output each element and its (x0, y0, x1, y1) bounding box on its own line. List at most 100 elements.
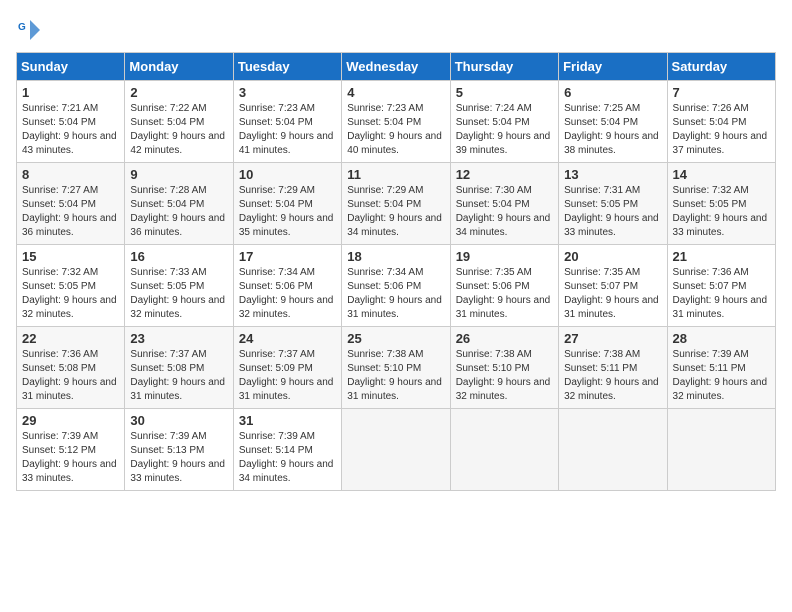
calendar-cell: 25 Sunrise: 7:38 AMSunset: 5:10 PMDayligh… (342, 327, 450, 409)
calendar-cell (667, 409, 775, 491)
day-info: Sunrise: 7:32 AMSunset: 5:05 PMDaylight:… (673, 184, 770, 240)
day-number: 30 (130, 413, 227, 428)
day-number: 7 (673, 85, 770, 100)
day-info: Sunrise: 7:23 AMSunset: 5:04 PMDaylight:… (347, 102, 444, 158)
calendar-cell: 27 Sunrise: 7:38 AMSunset: 5:11 PMDayligh… (559, 327, 667, 409)
day-header-saturday: Saturday (667, 53, 775, 81)
calendar-table: SundayMondayTuesdayWednesdayThursdayFrid… (16, 52, 776, 491)
day-header-tuesday: Tuesday (233, 53, 341, 81)
calendar-cell: 11 Sunrise: 7:29 AMSunset: 5:04 PMDayligh… (342, 163, 450, 245)
day-info: Sunrise: 7:25 AMSunset: 5:04 PMDaylight:… (564, 102, 661, 158)
calendar-cell: 19Sunrise: 7:35 AMSunset: 5:06 PMDayligh… (450, 245, 558, 327)
page-header: G (16, 16, 776, 44)
calendar-cell: 18 Sunrise: 7:34 AMSunset: 5:06 PMDayligh… (342, 245, 450, 327)
day-number: 18 (347, 249, 444, 264)
day-number: 1 (22, 85, 119, 100)
day-info: Sunrise: 7:36 AMSunset: 5:07 PMDaylight:… (673, 266, 770, 322)
day-number: 20 (564, 249, 661, 264)
calendar-cell: 24Sunrise: 7:37 AMSunset: 5:09 PMDayligh… (233, 327, 341, 409)
day-number: 17 (239, 249, 336, 264)
day-number: 9 (130, 167, 227, 182)
svg-text:G: G (18, 22, 26, 33)
day-info: Sunrise: 7:39 AMSunset: 5:13 PMDaylight:… (130, 430, 227, 486)
calendar-cell: 8 Sunrise: 7:27 AMSunset: 5:04 PMDaylight… (17, 163, 125, 245)
day-number: 27 (564, 331, 661, 346)
day-info: Sunrise: 7:23 AMSunset: 5:04 PMDaylight:… (239, 102, 336, 158)
day-number: 15 (22, 249, 119, 264)
calendar-cell: 26 Sunrise: 7:38 AMSunset: 5:10 PMDayligh… (450, 327, 558, 409)
day-info: Sunrise: 7:38 AMSunset: 5:10 PMDaylight:… (456, 348, 553, 404)
day-info: Sunrise: 7:27 AMSunset: 5:04 PMDaylight:… (22, 184, 119, 240)
calendar-cell: 3 Sunrise: 7:23 AMSunset: 5:04 PMDaylight… (233, 81, 341, 163)
day-number: 8 (22, 167, 119, 182)
calendar-cell: 12 Sunrise: 7:30 AMSunset: 5:04 PMDayligh… (450, 163, 558, 245)
calendar-cell (342, 409, 450, 491)
day-header-wednesday: Wednesday (342, 53, 450, 81)
day-info: Sunrise: 7:30 AMSunset: 5:04 PMDaylight:… (456, 184, 553, 240)
day-info: Sunrise: 7:35 AMSunset: 5:07 PMDaylight:… (564, 266, 661, 322)
day-number: 26 (456, 331, 553, 346)
calendar-cell: 9Sunrise: 7:28 AMSunset: 5:04 PMDaylight… (125, 163, 233, 245)
day-number: 22 (22, 331, 119, 346)
calendar-cell: 28 Sunrise: 7:39 AMSunset: 5:11 PMDayligh… (667, 327, 775, 409)
day-header-monday: Monday (125, 53, 233, 81)
calendar-cell: 16Sunrise: 7:33 AMSunset: 5:05 PMDayligh… (125, 245, 233, 327)
day-info: Sunrise: 7:22 AMSunset: 5:04 PMDaylight:… (130, 102, 227, 158)
day-number: 25 (347, 331, 444, 346)
day-number: 29 (22, 413, 119, 428)
calendar-cell: 22 Sunrise: 7:36 AMSunset: 5:08 PMDayligh… (17, 327, 125, 409)
day-info: Sunrise: 7:34 AMSunset: 5:06 PMDaylight:… (239, 266, 336, 322)
day-number: 14 (673, 167, 770, 182)
calendar-cell: 10 Sunrise: 7:29 AMSunset: 5:04 PMDayligh… (233, 163, 341, 245)
day-info: Sunrise: 7:37 AMSunset: 5:08 PMDaylight:… (130, 348, 227, 404)
day-number: 19 (456, 249, 553, 264)
day-info: Sunrise: 7:34 AMSunset: 5:06 PMDaylight:… (347, 266, 444, 322)
calendar-cell: 13 Sunrise: 7:31 AMSunset: 5:05 PMDayligh… (559, 163, 667, 245)
day-number: 16 (130, 249, 227, 264)
day-number: 23 (130, 331, 227, 346)
day-number: 3 (239, 85, 336, 100)
day-header-thursday: Thursday (450, 53, 558, 81)
calendar-cell: 1 Sunrise: 7:21 AMSunset: 5:04 PMDaylight… (17, 81, 125, 163)
calendar-cell: 20 Sunrise: 7:35 AMSunset: 5:07 PMDayligh… (559, 245, 667, 327)
day-info: Sunrise: 7:29 AMSunset: 5:04 PMDaylight:… (239, 184, 336, 240)
day-info: Sunrise: 7:38 AMSunset: 5:11 PMDaylight:… (564, 348, 661, 404)
calendar-cell: 30 Sunrise: 7:39 AMSunset: 5:13 PMDayligh… (125, 409, 233, 491)
day-number: 13 (564, 167, 661, 182)
day-info: Sunrise: 7:24 AMSunset: 5:04 PMDaylight:… (456, 102, 553, 158)
calendar-cell: 15 Sunrise: 7:32 AMSunset: 5:05 PMDayligh… (17, 245, 125, 327)
calendar-cell: 23 Sunrise: 7:37 AMSunset: 5:08 PMDayligh… (125, 327, 233, 409)
day-number: 2 (130, 85, 227, 100)
calendar-cell: 6 Sunrise: 7:25 AMSunset: 5:04 PMDaylight… (559, 81, 667, 163)
day-number: 12 (456, 167, 553, 182)
calendar-cell: 14 Sunrise: 7:32 AMSunset: 5:05 PMDayligh… (667, 163, 775, 245)
day-number: 28 (673, 331, 770, 346)
day-info: Sunrise: 7:36 AMSunset: 5:08 PMDaylight:… (22, 348, 119, 404)
calendar-cell (450, 409, 558, 491)
calendar-cell: 17 Sunrise: 7:34 AMSunset: 5:06 PMDayligh… (233, 245, 341, 327)
day-header-sunday: Sunday (17, 53, 125, 81)
calendar-cell: 29 Sunrise: 7:39 AMSunset: 5:12 PMDayligh… (17, 409, 125, 491)
day-number: 5 (456, 85, 553, 100)
calendar-cell: 21 Sunrise: 7:36 AMSunset: 5:07 PMDayligh… (667, 245, 775, 327)
calendar-cell: 31Sunrise: 7:39 AMSunset: 5:14 PMDayligh… (233, 409, 341, 491)
day-info: Sunrise: 7:26 AMSunset: 5:04 PMDaylight:… (673, 102, 770, 158)
day-info: Sunrise: 7:31 AMSunset: 5:05 PMDaylight:… (564, 184, 661, 240)
day-info: Sunrise: 7:29 AMSunset: 5:04 PMDaylight:… (347, 184, 444, 240)
calendar-cell: 5 Sunrise: 7:24 AMSunset: 5:04 PMDaylight… (450, 81, 558, 163)
day-info: Sunrise: 7:38 AMSunset: 5:10 PMDaylight:… (347, 348, 444, 404)
day-number: 10 (239, 167, 336, 182)
day-number: 4 (347, 85, 444, 100)
day-header-friday: Friday (559, 53, 667, 81)
day-number: 21 (673, 249, 770, 264)
day-info: Sunrise: 7:39 AMSunset: 5:11 PMDaylight:… (673, 348, 770, 404)
day-info: Sunrise: 7:39 AMSunset: 5:14 PMDaylight:… (239, 430, 336, 486)
calendar-cell: 7 Sunrise: 7:26 AMSunset: 5:04 PMDaylight… (667, 81, 775, 163)
calendar-cell: 2 Sunrise: 7:22 AMSunset: 5:04 PMDaylight… (125, 81, 233, 163)
day-info: Sunrise: 7:32 AMSunset: 5:05 PMDaylight:… (22, 266, 119, 322)
day-info: Sunrise: 7:21 AMSunset: 5:04 PMDaylight:… (22, 102, 119, 158)
day-number: 11 (347, 167, 444, 182)
day-number: 24 (239, 331, 336, 346)
day-info: Sunrise: 7:39 AMSunset: 5:12 PMDaylight:… (22, 430, 119, 486)
day-number: 6 (564, 85, 661, 100)
